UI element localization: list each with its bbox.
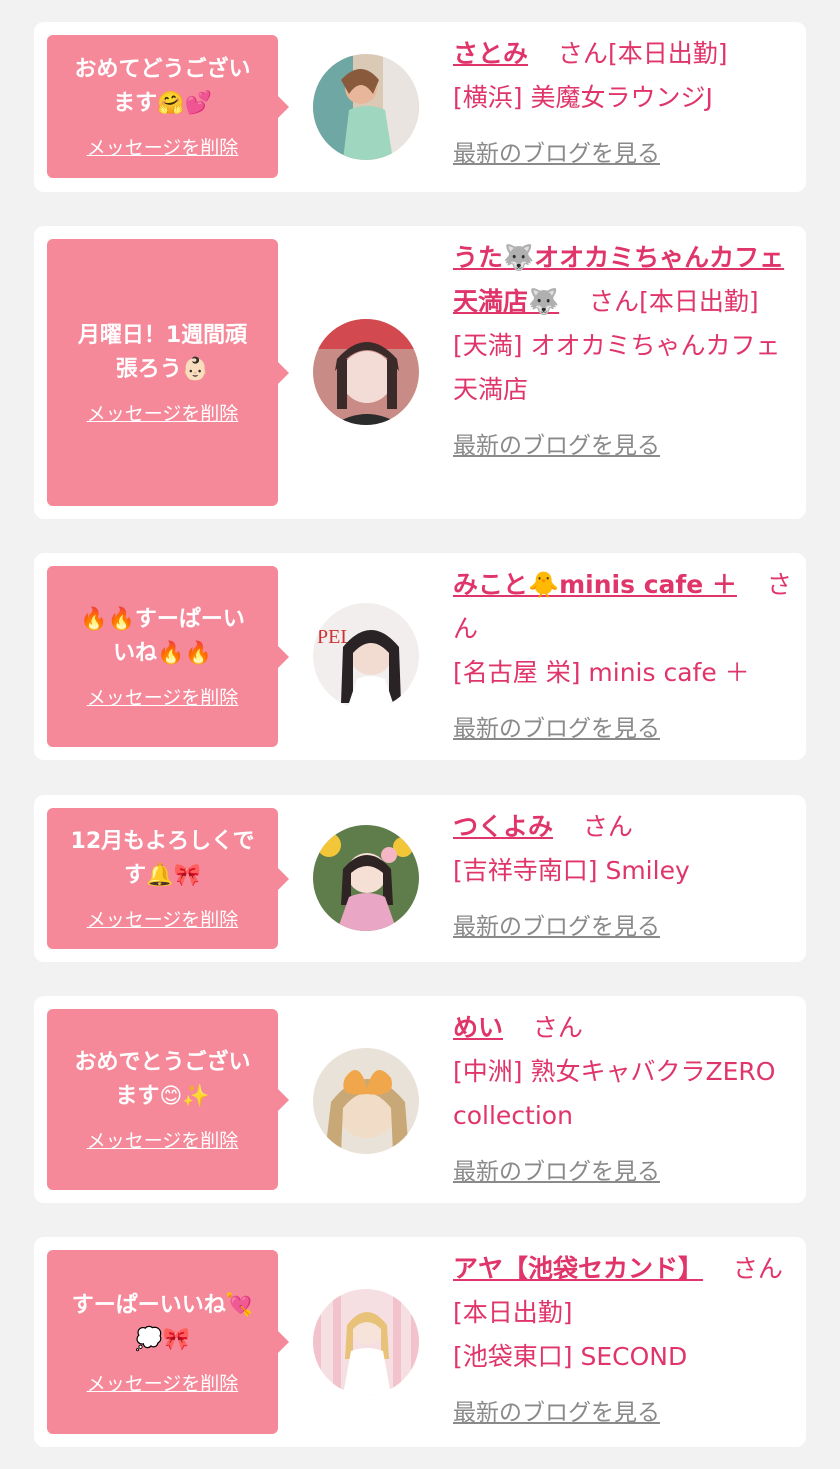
girl-info: つくよみ さん [吉祥寺南口] Smiley 最新のブログを見る: [453, 805, 793, 941]
honorific: さん: [582, 812, 633, 841]
delete-message-button[interactable]: メッセージを削除: [87, 905, 239, 932]
message-bubble: 月曜日！1週間頑 張ろう👶🏻 メッセージを削除: [47, 239, 289, 506]
girl-name-link[interactable]: みこと🐥minis cafe ＋: [453, 570, 737, 599]
shop-name: [天満] オオカミちゃんカフェ天満店: [453, 331, 781, 404]
girl-info: みこと🐥minis cafe ＋ さん [名古屋 栄] minis cafe ＋…: [453, 563, 793, 743]
honorific: さん: [557, 39, 608, 68]
message-card: 🔥🔥すーぱーい いね🔥🔥 メッセージを削除 PEL みこと🐥minis cafe…: [34, 553, 806, 760]
shop-name: [横浜] 美魔女ラウンジJ: [453, 83, 713, 112]
message-text: 月曜日！1週間頑 張ろう👶🏻: [77, 323, 248, 382]
delete-message-button[interactable]: メッセージを削除: [87, 399, 239, 426]
latest-blog-link[interactable]: 最新のブログを見る: [453, 426, 660, 460]
message-card: おめてどうござい ます🤗💕 メッセージを削除 さとみ さん[本日出勤] [横浜]…: [34, 22, 806, 192]
message-text: おめてどうござい ます🤗💕: [74, 57, 251, 116]
latest-blog-link[interactable]: 最新のブログを見る: [453, 1393, 660, 1427]
latest-blog-link[interactable]: 最新のブログを見る: [453, 134, 660, 168]
delete-message-button[interactable]: メッセージを削除: [87, 683, 239, 710]
honorific: さん: [532, 1013, 583, 1042]
avatar[interactable]: PEL: [313, 603, 419, 709]
status-badge: [本日出勤]: [453, 1298, 573, 1327]
avatar[interactable]: [313, 54, 419, 160]
delete-message-button[interactable]: メッセージを削除: [87, 133, 239, 160]
girl-name-link[interactable]: さとみ: [453, 39, 528, 68]
delete-message-button[interactable]: メッセージを削除: [87, 1369, 239, 1396]
message-text: 🔥🔥すーぱーい いね🔥🔥: [80, 607, 245, 666]
message-bubble: 12月もよろしくで す🔔🎀 メッセージを削除: [47, 808, 289, 949]
avatar[interactable]: [313, 825, 419, 931]
message-bubble: すーぱーいいね💘 💭🎀 メッセージを削除: [47, 1250, 289, 1434]
message-card: 12月もよろしくで す🔔🎀 メッセージを削除 つくよみ さん [吉祥寺南口] S…: [34, 795, 806, 962]
latest-blog-link[interactable]: 最新のブログを見る: [453, 1152, 660, 1186]
avatar[interactable]: [313, 1289, 419, 1395]
message-bubble: おめでとうござい ます😊✨ メッセージを削除: [47, 1009, 289, 1190]
girl-name-link[interactable]: めい: [453, 1013, 503, 1042]
message-card: すーぱーいいね💘 💭🎀 メッセージを削除 アヤ【池袋セカンド】 さん [本日出勤]: [34, 1237, 806, 1447]
message-card: 月曜日！1週間頑 張ろう👶🏻 メッセージを削除 うた🐺オオカミちゃんカフェ天満店…: [34, 226, 806, 519]
message-list: おめてどうござい ます🤗💕 メッセージを削除 さとみ さん[本日出勤] [横浜]…: [0, 0, 840, 1469]
honorific: さん: [732, 1254, 783, 1283]
message-text: 12月もよろしくで す🔔🎀: [70, 829, 255, 888]
delete-message-button[interactable]: メッセージを削除: [87, 1126, 239, 1153]
latest-blog-link[interactable]: 最新のブログを見る: [453, 907, 660, 941]
girl-info: めい さん [中洲] 熟女キャバクラZERO collection 最新のブログ…: [453, 1006, 793, 1186]
shop-name: [吉祥寺南口] Smiley: [453, 856, 690, 885]
girl-info: アヤ【池袋セカンド】 さん [本日出勤] [池袋東口] SECOND 最新のブログ…: [453, 1247, 793, 1427]
status-badge: [本日出勤]: [639, 287, 759, 316]
shop-name: [中洲] 熟女キャバクラZERO collection: [453, 1057, 776, 1130]
message-bubble: 🔥🔥すーぱーい いね🔥🔥 メッセージを削除: [47, 566, 289, 747]
girl-info: うた🐺オオカミちゃんカフェ天満店🐺 さん[本日出勤] [天満] オオカミちゃんカ…: [453, 236, 793, 460]
message-bubble: おめてどうござい ます🤗💕 メッセージを削除: [47, 35, 289, 178]
avatar[interactable]: [313, 319, 419, 425]
message-card: おめでとうござい ます😊✨ メッセージを削除 めい さん [中洲] 熟女キャバク…: [34, 996, 806, 1203]
girl-info: さとみ さん[本日出勤] [横浜] 美魔女ラウンジJ 最新のブログを見る: [453, 32, 793, 168]
latest-blog-link[interactable]: 最新のブログを見る: [453, 709, 660, 743]
shop-name: [池袋東口] SECOND: [453, 1342, 688, 1371]
shop-name: [名古屋 栄] minis cafe ＋: [453, 658, 750, 687]
status-badge: [本日出勤]: [607, 39, 728, 68]
honorific: さん: [589, 287, 640, 316]
message-text: おめでとうござい ます😊✨: [74, 1050, 251, 1109]
message-text: すーぱーいいね💘 💭🎀: [71, 1292, 254, 1352]
girl-name-link[interactable]: つくよみ: [453, 812, 553, 841]
girl-name-link[interactable]: アヤ【池袋セカンド】: [453, 1254, 703, 1283]
avatar[interactable]: [313, 1048, 419, 1154]
